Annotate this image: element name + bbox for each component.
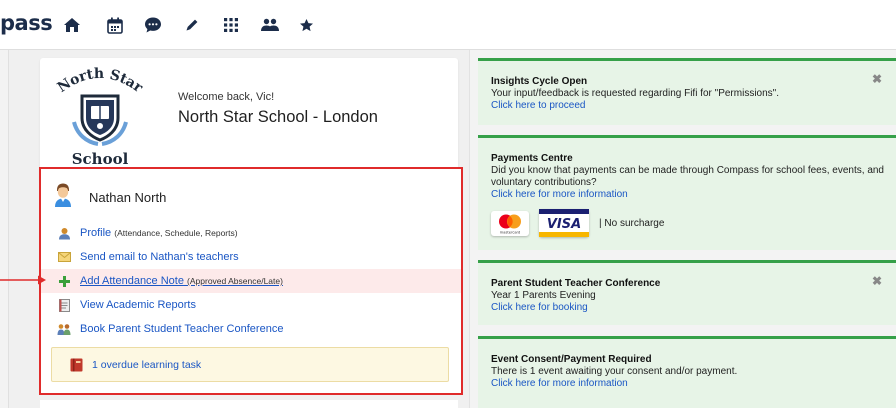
insights-text: Your input/feedback is requested regardi… [491,88,779,99]
pencil-icon[interactable] [180,13,204,37]
conference-panel: Parent Student Teacher Conference Year 1… [478,260,896,325]
view-academic-reports-link[interactable]: View Academic Reports [41,293,461,317]
overdue-task-label[interactable]: 1 overdue learning task [92,359,201,371]
consent-text: There is 1 event awaiting your consent a… [491,366,738,377]
book-conference-label[interactable]: Book Parent Student Teacher Conference [80,323,283,335]
envelope-icon [57,250,71,264]
star-icon[interactable] [294,13,318,37]
profile-link-sub: (Attendance, Schedule, Reports) [114,228,238,238]
insights-cycle-panel: Insights Cycle Open Your input/feedback … [478,58,896,125]
book-conference-link[interactable]: Book Parent Student Teacher Conference [41,317,461,341]
close-icon[interactable]: ✖ [872,72,882,86]
welcome-text: Welcome back, Vic! [178,91,275,103]
student-avatar [55,183,71,207]
home-icon[interactable] [60,13,84,37]
send-email-link[interactable]: Send email to Nathan's teachers [41,245,461,269]
mastercard-logo: mastercard [491,210,529,236]
conference-title: Parent Student Teacher Conference [491,278,661,289]
chat-icon[interactable] [141,13,165,37]
surcharge-text: | No surcharge [599,217,665,229]
conference-icon [57,322,71,336]
conference-link[interactable]: Click here for booking [491,302,588,313]
payments-link[interactable]: Click here for more information [491,189,628,200]
annotation-arrow [0,275,46,285]
school-crest-logo: North Star School [55,66,146,168]
svg-text:VISA: VISA [547,217,581,232]
svg-text:North Star: North Star [55,66,146,96]
report-icon [57,298,71,312]
payment-cards: mastercard VISA | No surcharge [491,209,664,237]
school-name: North Star School - London [178,108,378,126]
view-academic-reports-label[interactable]: View Academic Reports [80,299,196,311]
overdue-task-alert[interactable]: 1 overdue learning task [51,347,449,382]
book-icon [70,358,84,372]
student-card: Nathan North Profile (Attendance, Schedu… [39,167,463,395]
visa-logo: VISA [539,209,589,237]
school-card: North Star School Welcome back, Vic! Nor… [40,58,458,184]
next-card-partial [40,400,458,408]
payments-text: Did you know that payments can be made t… [491,165,884,188]
insights-link[interactable]: Click here to proceed [491,100,586,111]
people-icon[interactable] [258,13,282,37]
insights-title: Insights Cycle Open [491,76,588,87]
grid-icon[interactable] [219,13,243,37]
add-attendance-note-sub: (Approved Absence/Late) [187,276,283,286]
profile-link[interactable]: Profile (Attendance, Schedule, Reports) [41,221,461,245]
calendar-icon[interactable] [103,13,127,37]
add-attendance-note-link[interactable]: Add Attendance Note (Approved Absence/La… [41,269,461,293]
close-icon[interactable]: ✖ [872,274,882,288]
student-name: Nathan North [89,190,167,205]
consent-link[interactable]: Click here for more information [491,378,628,389]
crest-bottom-text: School [72,150,129,168]
app-logo[interactable]: pass [0,11,53,35]
profile-link-label[interactable]: Profile [80,227,111,239]
send-email-link-label[interactable]: Send email to Nathan's teachers [80,251,239,263]
conference-text: Year 1 Parents Evening [491,290,596,301]
svg-text:mastercard: mastercard [500,230,520,234]
consent-title: Event Consent/Payment Required [491,354,652,365]
payments-centre-panel: Payments Centre Did you know that paymen… [478,135,896,250]
payments-title: Payments Centre [491,153,573,164]
person-icon [57,226,71,240]
top-nav-bar: pass [0,0,896,50]
plus-icon [57,274,71,288]
add-attendance-note-label[interactable]: Add Attendance Note [80,275,184,287]
event-consent-panel: Event Consent/Payment Required There is … [478,336,896,408]
